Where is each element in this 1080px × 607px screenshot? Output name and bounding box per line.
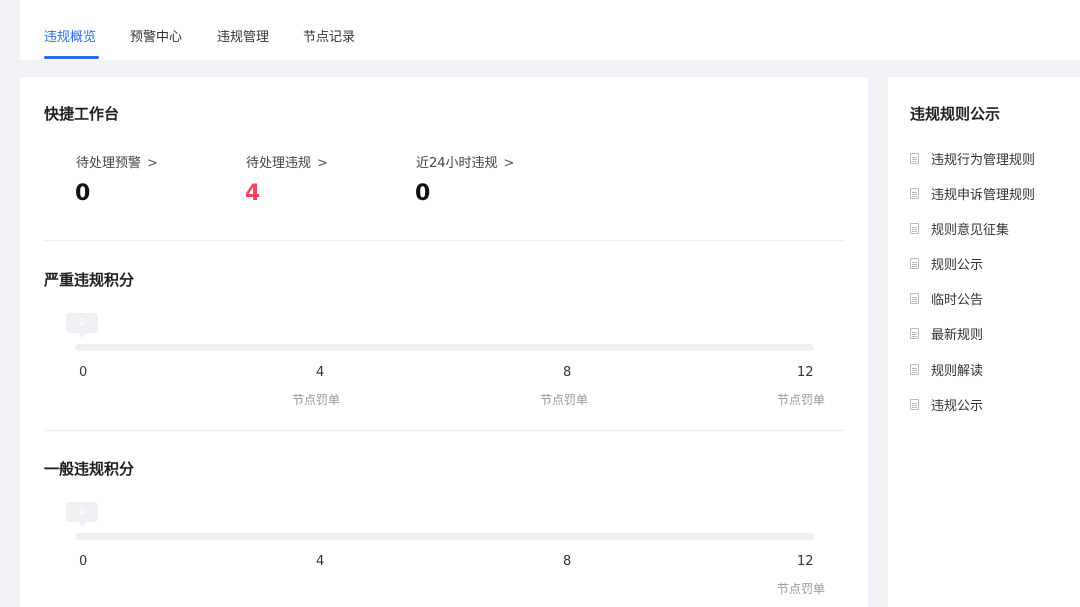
rule-link[interactable]: 临时公告: [910, 289, 983, 308]
document-icon: [910, 223, 919, 234]
severe-score-track: [75, 344, 814, 351]
severe-tick-4: 4: [316, 365, 325, 380]
tab-bar: 违规概览 预警中心 违规管理 节点记录: [20, 0, 1080, 60]
tab-node-records[interactable]: 节点记录: [303, 26, 355, 45]
rule-link[interactable]: 违规公示: [910, 395, 983, 414]
rules-title: 违规规则公示: [910, 105, 1001, 123]
quick-workbench-title: 快捷工作台: [44, 105, 120, 123]
document-icon: [910, 188, 919, 199]
severe-tick-label-4: 节点罚单: [292, 393, 341, 407]
severe-score-title: 严重违规积分: [44, 271, 135, 289]
general-tick-8: 8: [563, 554, 572, 569]
tab-warning-center[interactable]: 预警中心: [130, 26, 182, 45]
document-icon: [910, 258, 919, 269]
pending-violation-link[interactable]: 待处理违规 >: [246, 152, 328, 171]
divider: [44, 240, 845, 241]
rule-link[interactable]: 最新规则: [910, 324, 983, 343]
document-icon: [910, 293, 919, 304]
severe-score-bubble: 0: [66, 313, 98, 338]
rule-link[interactable]: 规则意见征集: [910, 219, 1009, 238]
rule-link-label: 违规申诉管理规则: [931, 188, 1036, 203]
document-icon: [910, 328, 919, 339]
general-score-title: 一般违规积分: [44, 460, 135, 478]
document-icon: [910, 399, 919, 410]
active-tab-indicator: [44, 56, 99, 59]
pending-warning-count: 0: [75, 181, 91, 206]
general-tick-4: 4: [316, 554, 325, 569]
rule-link[interactable]: 违规行为管理规则: [910, 149, 1035, 168]
severe-tick-12: 12: [797, 365, 814, 380]
tab-violation-overview[interactable]: 违规概览: [44, 26, 96, 45]
rule-link-label: 临时公告: [931, 293, 984, 308]
rule-link[interactable]: 规则解读: [910, 360, 983, 379]
general-score-track: [75, 533, 814, 540]
rules-panel: 违规规则公示 违规行为管理规则 违规申诉管理规则 规则意见征集 规则公示 临时公…: [888, 77, 1080, 607]
document-icon: [910, 153, 919, 164]
recent-24h-violation-link[interactable]: 近24小时违规 >: [416, 152, 514, 171]
tab-violation-management[interactable]: 违规管理: [217, 26, 269, 45]
general-tick-0: 0: [79, 554, 88, 569]
severe-tick-label-12: 节点罚单: [777, 393, 826, 407]
pending-warning-label: 待处理预警: [76, 156, 142, 171]
pending-violation-label: 待处理违规: [246, 156, 312, 171]
recent-24h-violation-label: 近24小时违规: [416, 156, 498, 171]
general-tick-label-12: 节点罚单: [777, 582, 826, 596]
chevron-right-icon: >: [147, 156, 158, 171]
general-score-bubble: 0: [66, 502, 98, 527]
recent-24h-violation-count: 0: [415, 181, 431, 206]
pending-violation-count: 4: [245, 181, 261, 206]
severe-tick-label-8: 节点罚单: [540, 393, 589, 407]
general-tick-12: 12: [797, 554, 814, 569]
rule-link-label: 规则意见征集: [931, 223, 1010, 238]
rule-link-label: 违规公示: [931, 399, 984, 414]
overview-panel: 快捷工作台 待处理预警 > 0 待处理违规 > 4 近24小时违规 > 0 严重违规积…: [20, 77, 868, 607]
divider: [44, 430, 845, 431]
document-icon: [910, 364, 919, 375]
rule-link[interactable]: 规则公示: [910, 254, 983, 273]
chevron-right-icon: >: [503, 156, 515, 171]
severe-tick-0: 0: [79, 365, 88, 380]
rule-link-label: 违规行为管理规则: [931, 153, 1036, 168]
rule-link-label: 规则解读: [931, 364, 984, 379]
severe-tick-8: 8: [563, 365, 572, 380]
rule-link-label: 规则公示: [931, 258, 984, 273]
rule-link[interactable]: 违规申诉管理规则: [910, 184, 1035, 203]
pending-warning-link[interactable]: 待处理预警 >: [76, 152, 158, 171]
chevron-right-icon: >: [317, 156, 328, 171]
rule-link-label: 最新规则: [931, 328, 984, 343]
